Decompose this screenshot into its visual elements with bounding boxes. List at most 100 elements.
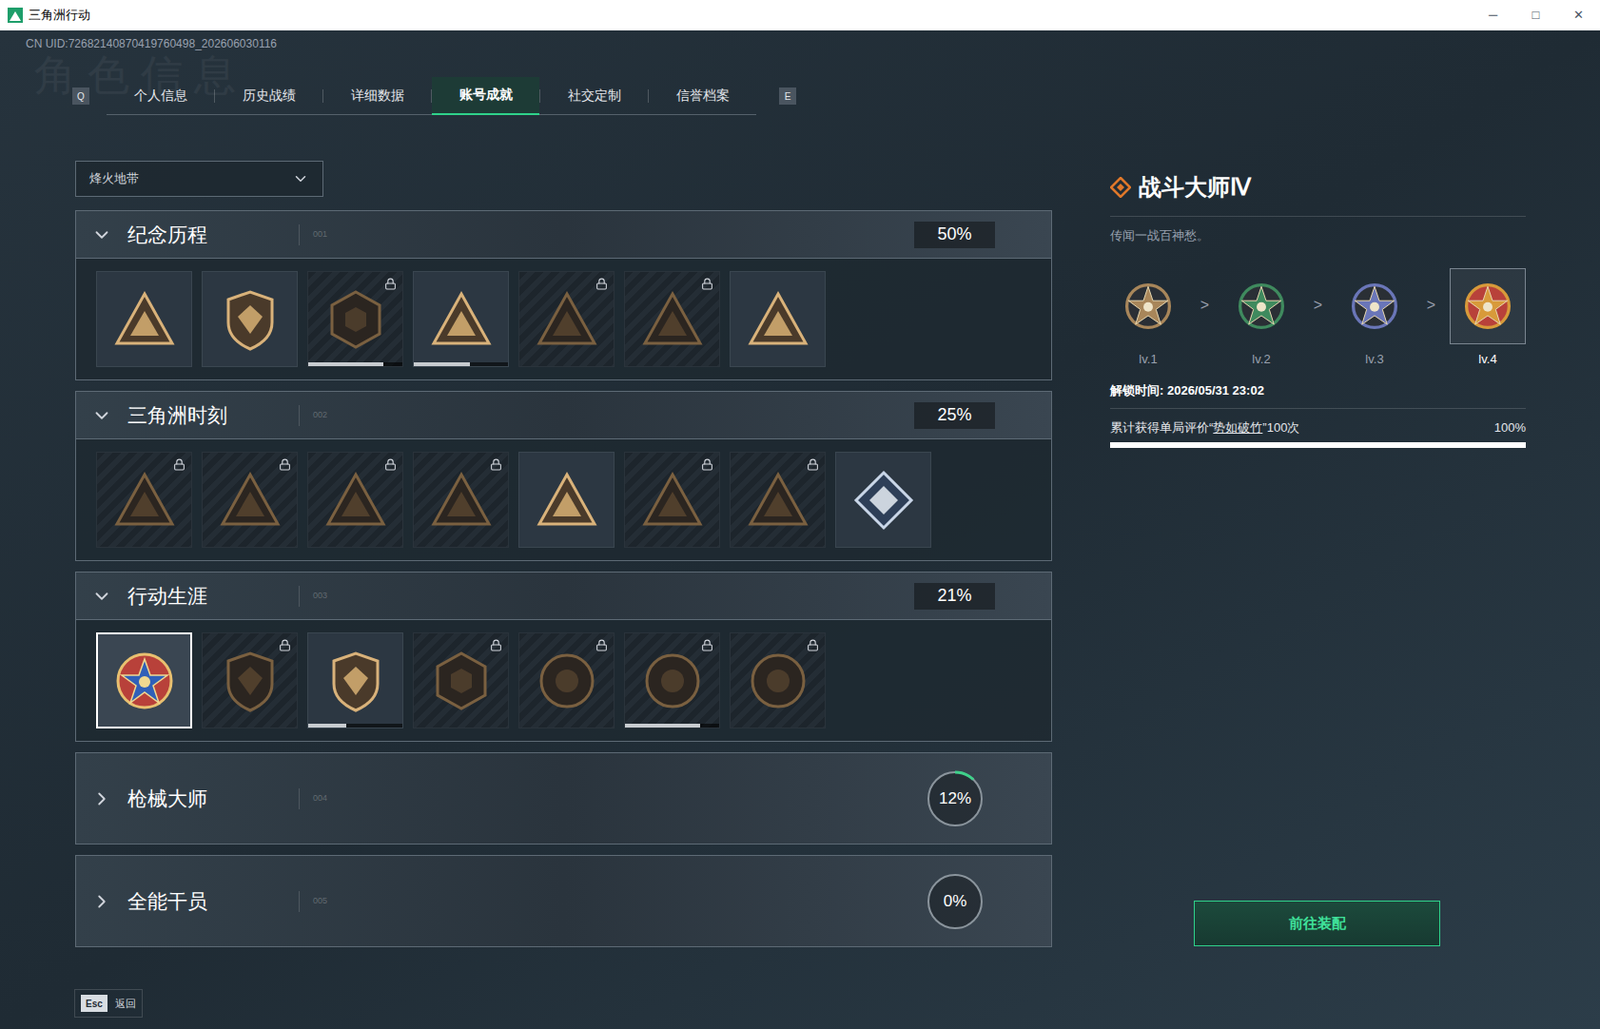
achievement-badge[interactable] bbox=[96, 632, 193, 729]
achievement-badge[interactable] bbox=[835, 451, 932, 548]
chevron-icon bbox=[91, 788, 113, 810]
key-hint: E bbox=[779, 87, 797, 105]
unlock-time: 解锁时间: 2026/05/31 23:02 bbox=[1110, 381, 1526, 410]
badge-emblem-icon bbox=[428, 286, 495, 353]
diamond-icon bbox=[1110, 176, 1132, 198]
tab[interactable]: 社交定制 bbox=[540, 77, 648, 116]
tab[interactable]: 详细数据 bbox=[323, 77, 431, 116]
achievement-badge[interactable] bbox=[729, 451, 826, 548]
badge-progress bbox=[308, 723, 403, 728]
badge-emblem-icon bbox=[216, 467, 284, 534]
lock-icon bbox=[489, 639, 503, 652]
achievement-badge[interactable] bbox=[201, 271, 298, 368]
badge-emblem-icon bbox=[216, 286, 284, 353]
level-badge-icon bbox=[1233, 278, 1289, 334]
tab[interactable]: 历史战绩 bbox=[214, 77, 323, 116]
badge-row bbox=[75, 258, 1053, 381]
achievement-badge[interactable] bbox=[412, 451, 509, 548]
section-header[interactable]: 纪念历程 001 50% bbox=[75, 210, 1053, 259]
tab[interactable]: 账号成就 bbox=[431, 77, 540, 116]
achievement-badge[interactable] bbox=[307, 271, 404, 368]
badge-emblem-icon bbox=[428, 467, 495, 534]
achievement-badge[interactable] bbox=[201, 632, 298, 729]
achievement-badge[interactable] bbox=[307, 632, 404, 729]
section-percent: 25% bbox=[914, 402, 996, 430]
badge-emblem-icon bbox=[322, 647, 390, 715]
section-header[interactable]: 全能干员0050% bbox=[75, 855, 1053, 948]
achievement-badge[interactable] bbox=[96, 451, 193, 548]
chevron-icon bbox=[91, 585, 113, 607]
level-item[interactable]: lv.1 bbox=[1110, 268, 1187, 370]
achievement-badge[interactable] bbox=[729, 271, 826, 368]
detail-title: 战斗大师Ⅳ bbox=[1138, 170, 1251, 205]
lock-icon bbox=[806, 639, 820, 652]
lock-icon bbox=[595, 277, 608, 291]
section-title: 三角洲时刻 bbox=[127, 400, 299, 431]
footer: Esc返回 bbox=[74, 989, 143, 1018]
mode-dropdown[interactable]: 烽火地带 bbox=[75, 160, 324, 197]
badge-emblem-icon bbox=[533, 286, 601, 353]
lock-icon bbox=[173, 458, 186, 471]
level-item[interactable]: lv.4 bbox=[1449, 268, 1526, 370]
badge-emblem-icon bbox=[639, 467, 706, 534]
achievement-badge[interactable] bbox=[518, 632, 615, 729]
badge-emblem-icon bbox=[639, 286, 706, 353]
section-header[interactable]: 行动生涯00321% bbox=[75, 571, 1053, 621]
lock-icon bbox=[701, 639, 714, 652]
achievement-badge[interactable] bbox=[96, 271, 193, 368]
section-number: 001 bbox=[312, 228, 328, 242]
achievement-list: 烽火地带纪念历程00150%三角洲时刻00225%行动生涯00321%枪械大师0… bbox=[0, 160, 1053, 960]
tab-bar: Q个人信息历史战绩详细数据账号成就社交定制信誉档案E bbox=[72, 77, 1600, 116]
badge-emblem-icon bbox=[850, 467, 918, 534]
dropdown-arrow-icon bbox=[292, 170, 310, 188]
lock-icon bbox=[384, 277, 397, 291]
badge-emblem-icon bbox=[322, 467, 390, 534]
badge-row bbox=[75, 620, 1053, 742]
level-badge-icon bbox=[1346, 278, 1403, 334]
section-header[interactable]: 三角洲时刻00225% bbox=[75, 390, 1053, 440]
app-window: 三角洲行动─□✕角色信息CN UID:72682140870419760498_… bbox=[0, 0, 1600, 1029]
section-number: 005 bbox=[312, 895, 328, 909]
uid-label: CN UID:72682140870419760498_202606030116 bbox=[0, 30, 1600, 53]
title-bar: 三角洲行动─□✕ bbox=[0, 0, 1600, 31]
requirement: 累计获得单局评价“势如破竹”100次100% bbox=[1110, 418, 1526, 438]
achievement-badge[interactable] bbox=[307, 451, 404, 548]
badge-emblem-icon bbox=[639, 647, 706, 715]
achievement-badge[interactable] bbox=[412, 271, 509, 368]
level-item[interactable]: lv.3 bbox=[1336, 268, 1413, 370]
section-percent: 50% bbox=[914, 221, 996, 249]
achievement-section: 纪念历程 001 50% bbox=[75, 210, 1053, 381]
level-row: lv.1>lv.2>lv.3>lv.4 bbox=[1110, 268, 1526, 370]
section-title: 枪械大师 bbox=[127, 783, 299, 815]
badge-emblem-icon bbox=[744, 647, 812, 715]
lock-icon bbox=[384, 458, 397, 471]
achievement-badge[interactable] bbox=[624, 632, 721, 729]
tab[interactable]: 个人信息 bbox=[106, 77, 215, 116]
tab[interactable]: 信誉档案 bbox=[648, 77, 757, 116]
level-item[interactable]: lv.2 bbox=[1223, 268, 1300, 370]
window-control[interactable]: ─ bbox=[1471, 0, 1515, 31]
esc-key[interactable]: Esc bbox=[80, 995, 108, 1013]
section-title: 纪念历程 bbox=[127, 219, 299, 251]
badge-progress bbox=[308, 362, 403, 367]
chevron-icon bbox=[91, 224, 113, 246]
badge-emblem-icon bbox=[428, 647, 495, 715]
achievement-badge[interactable] bbox=[729, 632, 826, 729]
section-header[interactable]: 枪械大师00412% bbox=[75, 752, 1053, 845]
app-logo-icon bbox=[7, 7, 23, 23]
badge-row bbox=[75, 439, 1053, 562]
window-control[interactable]: ✕ bbox=[1557, 0, 1600, 31]
section-number: 003 bbox=[312, 589, 328, 604]
lock-icon bbox=[701, 458, 714, 471]
equip-button[interactable]: 前往装配 bbox=[1193, 900, 1441, 947]
achievement-badge[interactable] bbox=[201, 451, 298, 548]
achievement-badge[interactable] bbox=[518, 451, 615, 548]
achievement-badge[interactable] bbox=[624, 271, 721, 368]
window-control[interactable]: □ bbox=[1514, 0, 1558, 31]
achievement-badge[interactable] bbox=[518, 271, 615, 368]
badge-emblem-icon bbox=[111, 647, 178, 715]
achievement-badge[interactable] bbox=[624, 451, 721, 548]
lock-icon bbox=[806, 458, 820, 471]
section-title: 全能干员 bbox=[127, 886, 299, 918]
achievement-badge[interactable] bbox=[412, 632, 509, 729]
